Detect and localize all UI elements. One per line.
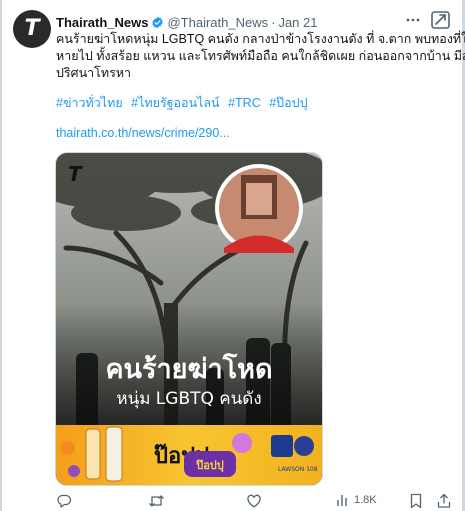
author-avatar[interactable]: T bbox=[13, 10, 51, 48]
window-left-border bbox=[0, 0, 2, 511]
more-options-icon[interactable] bbox=[405, 12, 421, 28]
hashtag-link[interactable]: #ป๊อปปุ bbox=[269, 96, 307, 110]
reply-icon bbox=[57, 494, 72, 508]
views-count: 1.8K bbox=[354, 494, 377, 506]
tweet-text: คนร้ายฆ่าโหดหนุ่ม LGBTQ คนดัง กลางป่าข้า… bbox=[56, 31, 465, 82]
like-button[interactable] bbox=[246, 493, 266, 509]
verified-badge-icon bbox=[152, 16, 164, 28]
header-separator: · bbox=[271, 14, 276, 30]
heart-icon bbox=[247, 494, 261, 508]
tweet-text-line: หายไป ทั้งสร้อย แหวน และโทรศัพท์มือถือ ค… bbox=[56, 49, 465, 63]
media-subheadline: หนุ่ม LGBTQ คนดัง bbox=[116, 389, 261, 409]
tweet-header: Thairath_News @Thairath_News · Jan 21 bbox=[56, 12, 318, 32]
article-link[interactable]: thairath.co.th/news/crime/290... bbox=[56, 125, 230, 142]
hashtag-list: #ข่าวทั่วไทย #ไทยรัฐออนไลน์ #TRC #ป๊อปปุ bbox=[56, 95, 313, 112]
avatar-logo-letter: T bbox=[24, 16, 40, 41]
reply-button[interactable] bbox=[56, 493, 76, 509]
hashtag-link[interactable]: #ไทยรัฐออนไลน์ bbox=[131, 96, 219, 110]
bookmark-icon bbox=[410, 493, 422, 509]
retweet-icon bbox=[149, 495, 164, 507]
promo-brand-text: ป๊อปปุ bbox=[196, 459, 224, 473]
media-logo: T bbox=[68, 162, 83, 186]
tweet-date[interactable]: Jan 21 bbox=[278, 15, 317, 30]
hashtag-link[interactable]: #TRC bbox=[228, 96, 261, 110]
hashtag-link[interactable]: #ข่าวทั่วไทย bbox=[56, 96, 123, 110]
retweet-button[interactable] bbox=[148, 493, 169, 509]
grok-icon[interactable] bbox=[430, 10, 452, 30]
tweet-media-image[interactable]: T คนร้ายฆ่าโหด หนุ่ม LGBTQ คนดัง ป๊อปปุ … bbox=[55, 152, 323, 486]
tweet-text-line: ปริศนาโทรหา bbox=[56, 66, 132, 80]
share-button[interactable] bbox=[437, 493, 451, 509]
share-icon bbox=[437, 493, 451, 508]
author-display-name[interactable]: Thairath_News bbox=[56, 15, 148, 30]
bookmark-button[interactable] bbox=[409, 493, 423, 509]
promo-badge-label: LAWSON 108 bbox=[278, 466, 318, 473]
tweet-text-line: คนร้ายฆ่าโหดหนุ่ม LGBTQ คนดัง กลางป่าข้า… bbox=[56, 32, 465, 46]
media-headline: คนร้ายฆ่าโหด bbox=[105, 352, 272, 385]
author-handle[interactable]: @Thairath_News bbox=[167, 15, 268, 30]
views-button[interactable]: 1.8K bbox=[336, 493, 377, 507]
tweet-action-bar: 1.8K bbox=[56, 493, 465, 511]
media-image-content: T คนร้ายฆ่าโหด หนุ่ม LGBTQ คนดัง ป๊อปปุ … bbox=[56, 153, 322, 485]
views-chart-icon bbox=[337, 495, 347, 506]
